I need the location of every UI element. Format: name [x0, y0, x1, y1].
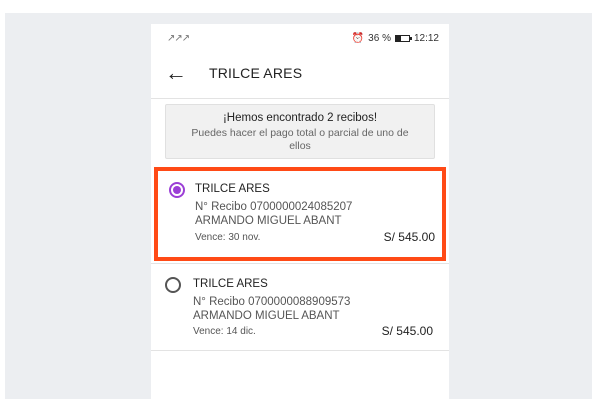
receipt-student: ARMANDO MIGUEL ABANT [195, 215, 342, 227]
radio-button[interactable] [165, 277, 181, 293]
signal-icon: ↗↗↗ [167, 33, 190, 44]
divider [151, 350, 449, 351]
phone-screen: ↗↗↗ ⏰ 36 % 12:12 ← TRILCE ARES ¡Hemos en… [151, 24, 449, 399]
page-title: TRILCE ARES [209, 65, 303, 81]
alarm-icon: ⏰ [351, 33, 365, 44]
receipt-number: N° Recibo 0700000088909573 [193, 296, 351, 308]
receipt-school: TRILCE ARES [195, 183, 270, 195]
radio-button-selected[interactable] [169, 182, 185, 198]
receipt-due-date: Vence: 30 nov. [195, 232, 261, 243]
receipt-student: ARMANDO MIGUEL ABANT [193, 310, 340, 322]
info-banner: ¡Hemos encontrado 2 recibos! Puedes hace… [165, 104, 435, 159]
battery-percent: 36 % [368, 33, 391, 44]
back-arrow-icon[interactable]: ← [165, 60, 187, 86]
receipt-school: TRILCE ARES [193, 278, 268, 290]
battery-icon [394, 35, 412, 42]
banner-subtext: Puedes hacer el pago total o parcial de … [191, 127, 409, 152]
clock: 12:12 [413, 33, 439, 44]
status-right: ⏰ 36 % 12:12 [352, 33, 439, 44]
receipt-option-1[interactable]: TRILCE ARES N° Recibo 0700000024085207 A… [154, 167, 446, 261]
app-bar: ← TRILCE ARES [151, 52, 449, 99]
receipt-due-date: Vence: 14 dic. [193, 326, 256, 337]
divider [151, 263, 449, 264]
receipt-amount: S/ 545.00 [383, 230, 435, 244]
receipt-amount: S/ 545.00 [381, 324, 433, 338]
receipt-option-2[interactable]: TRILCE ARES N° Recibo 0700000088909573 A… [151, 265, 449, 350]
banner-heading: ¡Hemos encontrado 2 recibos! [222, 112, 378, 124]
receipt-number: N° Recibo 0700000024085207 [195, 201, 353, 213]
status-bar: ↗↗↗ ⏰ 36 % 12:12 [151, 24, 449, 52]
